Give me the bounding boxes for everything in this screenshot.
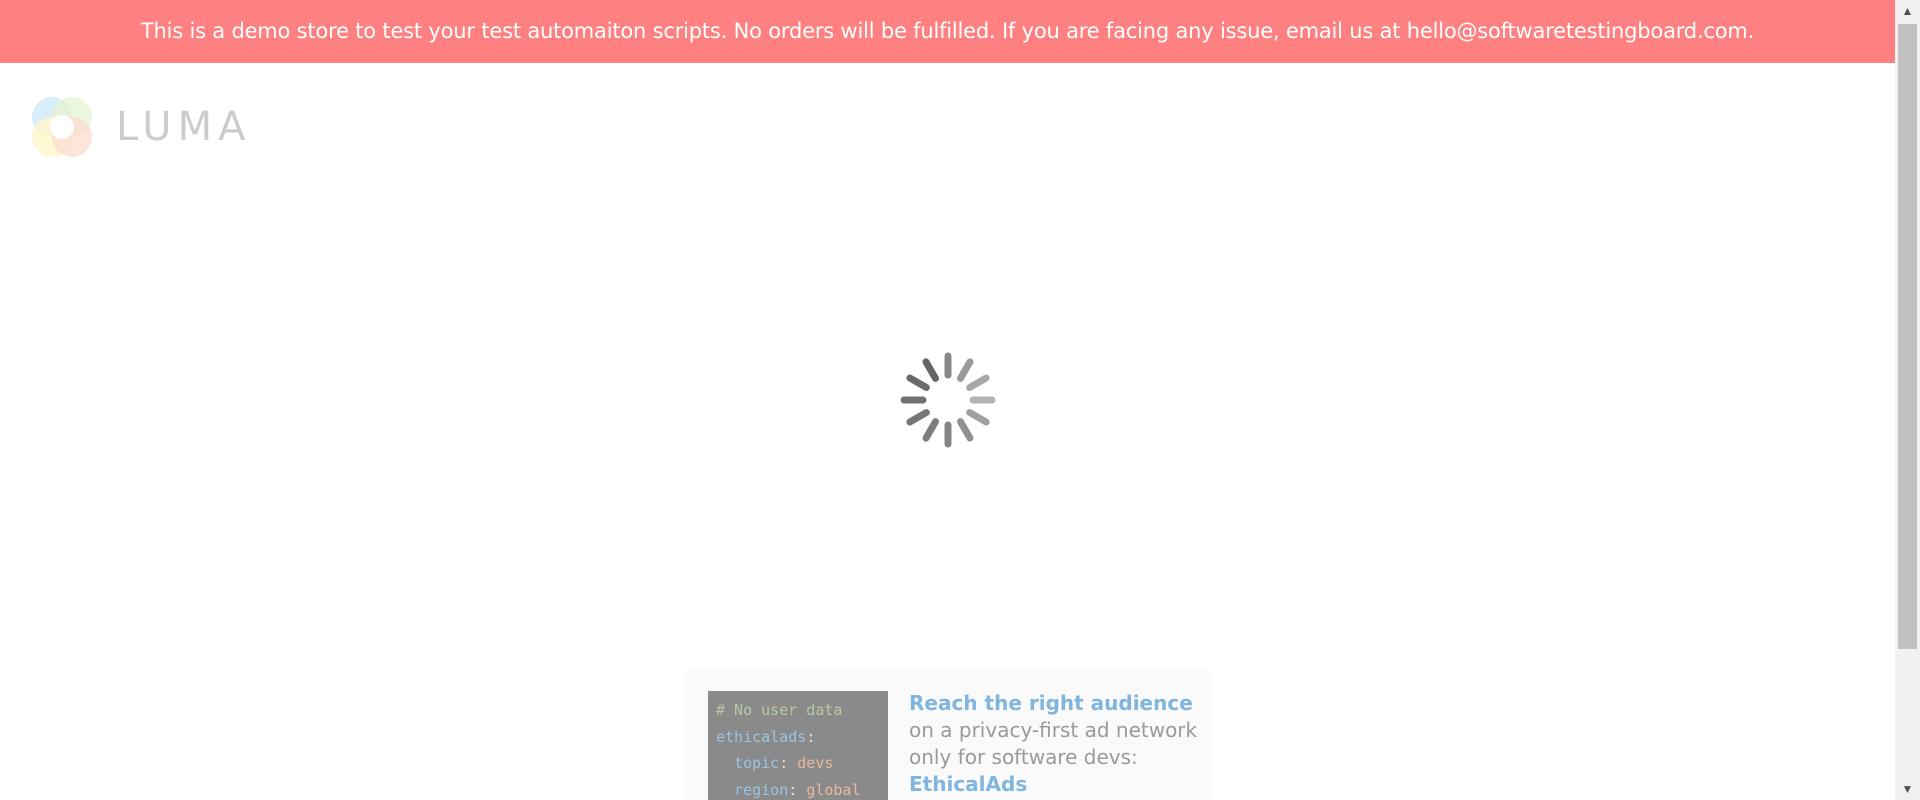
code-line-comment: # No user data (716, 701, 843, 719)
ad-code-image[interactable]: # No user data ethicalads: topic: devs r… (708, 691, 888, 800)
code-key-region: region (734, 780, 789, 799)
scrollbar-thumb[interactable] (1898, 24, 1917, 649)
ad-copy: Reach the right audience on a privacy-fi… (909, 690, 1199, 798)
scroll-up-arrow-icon[interactable]: ▲ (1895, 0, 1920, 22)
code-sep: : (806, 727, 816, 746)
page: This is a demo store to test your test a… (0, 0, 1920, 800)
code-key-topic: topic (734, 754, 780, 772)
ad-headline-link[interactable]: Reach the right audience (909, 691, 1193, 715)
ad-brand-link[interactable]: EthicalAds (909, 772, 1027, 796)
ad-body-text: on a privacy-first ad network only for s… (909, 718, 1198, 769)
ethicalads-ad[interactable]: # No user data ethicalads: topic: devs r… (685, 670, 1211, 800)
scroll-down-arrow-icon[interactable]: ▼ (1895, 778, 1920, 800)
demo-notice-text: This is a demo store to test your test a… (140, 19, 1755, 43)
spinner-icon (900, 352, 996, 448)
demo-notice-bar: This is a demo store to test your test a… (0, 0, 1895, 63)
code-value-topic: devs (797, 754, 834, 772)
code-sep: : (779, 754, 798, 772)
code-value-region: global (806, 780, 861, 799)
code-key-ethicalads: ethicalads (716, 727, 807, 746)
vertical-scrollbar[interactable]: ▲ ▼ (1895, 0, 1920, 800)
code-sep: : (788, 780, 807, 799)
